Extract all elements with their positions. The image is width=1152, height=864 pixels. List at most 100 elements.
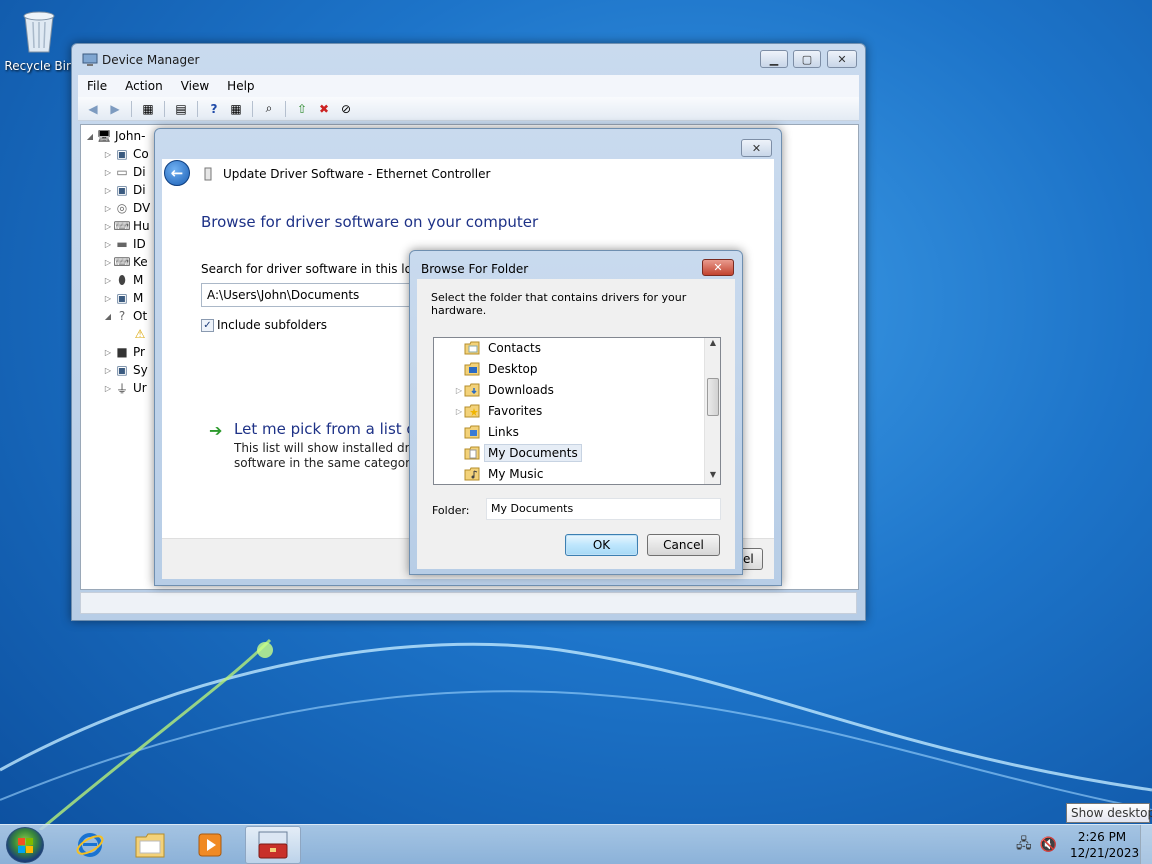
expand-triangle-icon[interactable]: ▷ <box>103 276 113 285</box>
wizard-cancel-button[interactable]: el <box>743 548 763 570</box>
toolbar-separator <box>252 100 253 117</box>
expand-triangle-icon[interactable]: ▷ <box>454 407 464 416</box>
tree-node[interactable]: ▷ ⏚ Ur <box>103 379 147 397</box>
ok-button[interactable]: OK <box>565 534 638 556</box>
menu-view[interactable]: View <box>172 79 218 93</box>
show-desktop-tooltip: Show desktop <box>1066 803 1152 823</box>
tree-node-label: M <box>133 291 144 305</box>
back-arrow-icon[interactable]: ◀ <box>84 101 102 117</box>
collapse-triangle-icon[interactable]: ◢ <box>103 312 113 321</box>
show-desktop-button[interactable] <box>1140 825 1152 864</box>
recycle-bin-icon <box>23 11 55 53</box>
scrollbar-thumb[interactable] <box>707 378 719 416</box>
cancel-button[interactable]: Cancel <box>647 534 720 556</box>
tree-node[interactable]: ▷ ▣ Di <box>103 181 146 199</box>
disable-device-icon[interactable]: ⊘ <box>337 101 355 117</box>
expand-triangle-icon[interactable]: ▷ <box>103 240 113 249</box>
browse-dialog-title: Browse For Folder <box>421 262 529 276</box>
volume-muted-icon[interactable]: 🔇 <box>1040 837 1057 853</box>
show-hide-console-tree-icon[interactable]: ▦ <box>139 101 157 117</box>
folder-tree-scrollbar[interactable]: ▲ ▼ <box>704 338 720 484</box>
scan-hardware-icon[interactable]: ⌕ <box>260 101 278 117</box>
forward-arrow-icon[interactable]: ▶ <box>106 101 124 117</box>
tree-node[interactable]: ▷ ◎ DV <box>103 199 150 217</box>
taskbar-device-manager[interactable] <box>245 826 301 864</box>
uninstall-icon[interactable]: ✖ <box>315 101 333 117</box>
expand-triangle-icon[interactable]: ▷ <box>103 186 113 195</box>
minimize-icon: ▁ <box>769 52 779 66</box>
network-error-icon[interactable]: 🖧 <box>1016 833 1032 857</box>
expand-triangle-icon[interactable]: ▷ <box>103 366 113 375</box>
tree-node[interactable]: ▷ ⬮ M <box>103 271 143 289</box>
downloads-folder-icon <box>464 383 480 397</box>
folder-item-contacts[interactable]: Contacts <box>434 338 545 358</box>
expand-triangle-icon[interactable]: ▷ <box>103 150 113 159</box>
expand-triangle-icon[interactable]: ▷ <box>103 222 113 231</box>
folder-item-my-documents[interactable]: My Documents <box>434 443 582 463</box>
ide-controller-icon: ▬ <box>116 237 128 251</box>
expand-triangle-icon[interactable]: ▷ <box>103 204 113 213</box>
menu-bar: File Action View Help <box>78 75 859 97</box>
driver-path-input[interactable]: A:\Users\John\Documents <box>201 283 431 307</box>
scroll-down-arrow-icon[interactable]: ▼ <box>705 470 720 484</box>
expand-triangle-icon[interactable]: ▷ <box>454 386 464 395</box>
tree-node[interactable]: ▷ ⌨ Hu <box>103 217 150 235</box>
close-icon: ✕ <box>751 141 762 155</box>
clock[interactable]: 2:26 PM 12/21/2023 <box>1070 829 1139 861</box>
menu-action[interactable]: Action <box>116 79 172 93</box>
taskbar-internet-explorer[interactable] <box>62 826 118 864</box>
folder-item-links[interactable]: Links <box>434 422 523 442</box>
menu-help[interactable]: Help <box>218 79 263 93</box>
minimize-button[interactable]: ▁ <box>760 50 788 68</box>
close-button[interactable]: ✕ <box>827 50 857 68</box>
tree-node[interactable]: ▷ ▣ M <box>103 289 143 307</box>
menu-file[interactable]: File <box>78 79 116 93</box>
tree-node[interactable]: ▷ ▣ Sy <box>103 361 148 379</box>
unknown-device-warning-icon: ⚠ <box>134 327 146 341</box>
properties-icon[interactable]: ▤ <box>172 101 190 117</box>
start-button[interactable] <box>6 827 44 863</box>
taskbar-file-explorer[interactable] <box>122 826 178 864</box>
update-driver-icon[interactable]: ⇧ <box>293 101 311 117</box>
tree-node[interactable]: ▷ ■ Pr <box>103 343 145 361</box>
wizard-close-button[interactable]: ✕ <box>741 139 772 157</box>
tree-node[interactable]: ◢? Ot <box>103 307 147 325</box>
tree-node[interactable]: ▷ ▭ Di <box>103 163 146 181</box>
folder-item-desktop[interactable]: Desktop <box>434 359 542 379</box>
expand-triangle-icon[interactable]: ▷ <box>103 294 113 303</box>
recycle-bin-desktop-icon[interactable]: Recycle Bin <box>4 6 74 73</box>
help-icon[interactable]: ? <box>205 101 223 117</box>
toolbar-separator <box>197 100 198 117</box>
media-player-icon <box>198 833 222 857</box>
tree-node-label: M <box>133 273 144 287</box>
internet-explorer-icon <box>76 833 104 857</box>
folder-item-my-music[interactable]: My Music <box>434 464 547 484</box>
scroll-up-arrow-icon[interactable]: ▲ <box>705 338 720 352</box>
tree-node[interactable]: ▷ ⌨ Ke <box>103 253 148 271</box>
toolbar-separator <box>285 100 286 117</box>
checkbox-checked-icon[interactable]: ✓ <box>201 318 214 332</box>
maximize-icon: ▢ <box>801 52 813 66</box>
folder-name-field[interactable]: My Documents <box>486 498 721 520</box>
pick-from-list-link[interactable]: Let me pick from a list of <box>234 420 421 438</box>
tree-node-unknown-device[interactable]: ⚠ <box>131 325 151 343</box>
folder-item-downloads[interactable]: ▷ Downloads <box>434 380 558 400</box>
tree-node[interactable]: ▷ ▬ ID <box>103 235 146 253</box>
expand-triangle-icon[interactable]: ▷ <box>103 348 113 357</box>
tree-root[interactable]: ◢ 🖥 John- <box>85 127 146 145</box>
show-action-pane-icon[interactable]: ▦ <box>227 101 245 117</box>
expand-triangle-icon[interactable]: ▷ <box>103 168 113 177</box>
expand-triangle-icon[interactable]: ▷ <box>103 258 113 267</box>
folder-item-favorites[interactable]: ▷ Favorites <box>434 401 546 421</box>
tree-node[interactable]: ▷ ▣ Co <box>103 145 149 163</box>
collapse-triangle-icon[interactable]: ◢ <box>85 132 95 141</box>
wizard-back-button[interactable]: ← <box>164 160 190 186</box>
maximize-button[interactable]: ▢ <box>793 50 821 68</box>
computer-icon: ▣ <box>116 147 128 161</box>
processor-icon: ■ <box>116 345 128 359</box>
include-subfolders-checkbox[interactable]: ✓ Include subfolders <box>201 318 327 332</box>
device-manager-titlebar[interactable]: Device Manager ▁ ▢ ✕ <box>72 44 865 74</box>
taskbar-media-player[interactable] <box>182 826 238 864</box>
browse-close-button[interactable]: ✕ <box>702 259 734 276</box>
expand-triangle-icon[interactable]: ▷ <box>103 384 113 393</box>
